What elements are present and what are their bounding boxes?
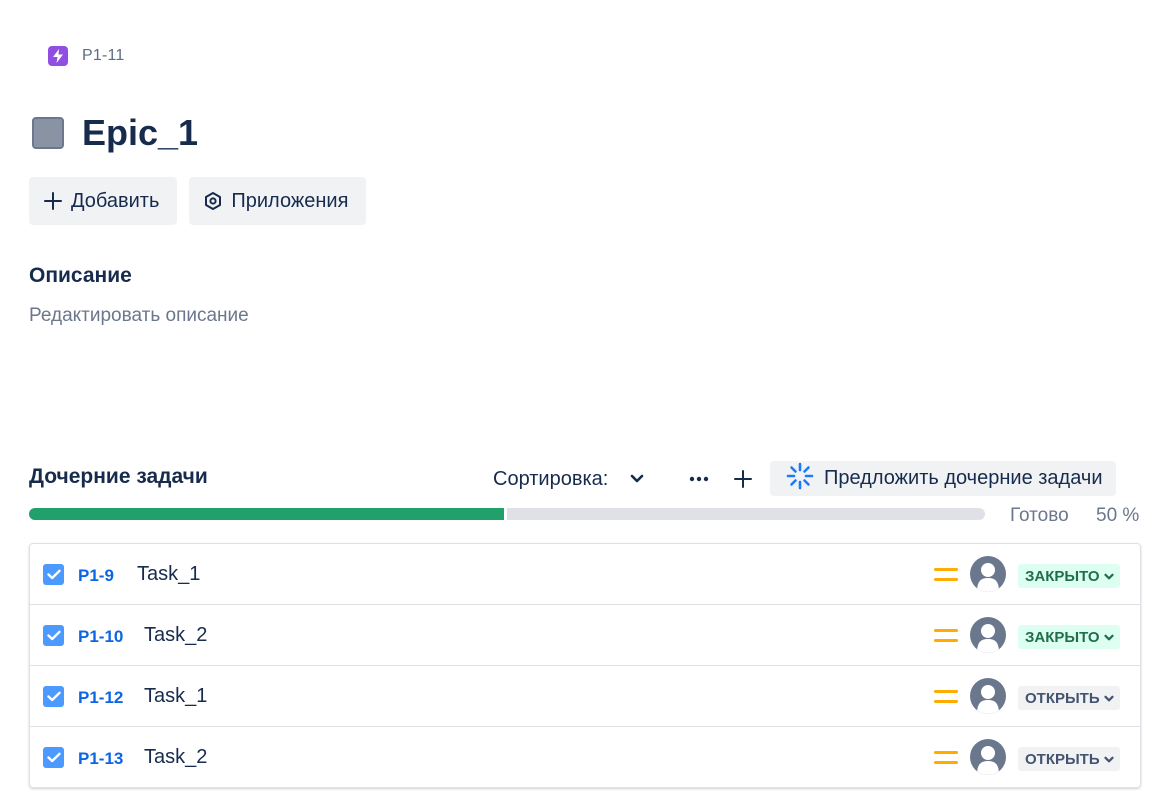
row-checkbox[interactable]	[43, 564, 64, 585]
progress-bar	[29, 508, 985, 520]
issue-key-link[interactable]: P1-13	[78, 749, 123, 769]
status-label: ЗАКРЫТО	[1025, 567, 1100, 585]
action-bar: Добавить Приложения	[29, 177, 367, 225]
table-row[interactable]: P1-13 Task_2 ОТКРЫТЬ	[30, 727, 1140, 788]
add-child-issue-icon[interactable]	[731, 466, 755, 492]
chevron-down-icon	[1103, 568, 1114, 585]
status-badge[interactable]: ЗАКРЫТО	[1018, 625, 1120, 649]
page-title[interactable]: Epic_1	[82, 112, 198, 154]
plus-icon	[43, 191, 63, 211]
issue-summary[interactable]: Task_1	[137, 563, 200, 586]
table-row[interactable]: P1-10 Task_2 ЗАКРЫТО	[30, 605, 1140, 666]
suggest-child-issues-button[interactable]: Предложить дочерние задачи	[770, 461, 1116, 496]
sort-label: Сортировка:	[493, 467, 609, 490]
row-checkbox[interactable]	[43, 686, 64, 707]
table-row[interactable]: P1-12 Task_1 ОТКРЫТЬ	[30, 666, 1140, 727]
status-label: ОТКРЫТЬ	[1025, 750, 1100, 768]
priority-medium-icon	[934, 688, 958, 706]
issue-key-link[interactable]: P1-12	[78, 688, 123, 708]
avatar[interactable]	[970, 556, 1006, 592]
status-badge[interactable]: ОТКРЫТЬ	[1018, 747, 1120, 771]
chevron-down-icon	[1103, 629, 1114, 646]
sort-control[interactable]: Сортировка:	[493, 462, 644, 496]
epic-square-icon[interactable]	[32, 117, 64, 149]
issue-key-link[interactable]: P1-9	[78, 566, 114, 586]
breadcrumb: P1-11	[48, 46, 125, 66]
breadcrumb-issue-key[interactable]: P1-11	[82, 47, 125, 65]
table-row[interactable]: P1-9 Task_1 ЗАКРЫТО	[30, 544, 1140, 605]
add-button[interactable]: Добавить	[29, 177, 178, 225]
avatar[interactable]	[970, 678, 1006, 714]
child-issues-heading: Дочерние задачи	[29, 465, 208, 488]
more-options-icon[interactable]	[687, 468, 711, 490]
description-editor[interactable]: Редактировать описание	[29, 305, 249, 327]
description-heading: Описание	[29, 264, 132, 287]
status-label: ЗАКРЫТО	[1025, 628, 1100, 646]
priority-medium-icon	[934, 627, 958, 645]
row-checkbox[interactable]	[43, 747, 64, 768]
issue-summary[interactable]: Task_2	[144, 624, 207, 647]
row-checkbox[interactable]	[43, 625, 64, 646]
progress-bar-fill	[29, 508, 507, 520]
priority-medium-icon	[934, 566, 958, 584]
apps-hexagon-icon	[203, 191, 223, 211]
chevron-down-icon[interactable]	[630, 474, 644, 484]
suggest-button-label: Предложить дочерние задачи	[824, 467, 1103, 489]
avatar[interactable]	[970, 617, 1006, 653]
priority-medium-icon	[934, 749, 958, 767]
avatar[interactable]	[970, 739, 1006, 775]
ai-sparkle-icon	[786, 462, 814, 496]
status-badge[interactable]: ОТКРЫТЬ	[1018, 686, 1120, 710]
add-button-label: Добавить	[71, 189, 160, 212]
chevron-down-icon	[1104, 751, 1114, 768]
issue-key-link[interactable]: P1-10	[78, 627, 123, 647]
chevron-down-icon	[1104, 690, 1114, 707]
status-label: ОТКРЫТЬ	[1025, 689, 1100, 707]
issue-summary[interactable]: Task_2	[144, 746, 207, 769]
issue-view: P1-11 Epic_1 Добавить Приложения Описани…	[0, 0, 1152, 796]
progress-percent: 50 %	[1096, 505, 1140, 526]
apps-button[interactable]: Приложения	[189, 177, 367, 225]
title-row: Epic_1	[32, 112, 198, 154]
issue-summary[interactable]: Task_1	[144, 685, 207, 708]
child-issues-list: P1-9 Task_1 ЗАКРЫТО P1-10 Task_2 ЗАКРЫТО P1-12…	[29, 543, 1141, 788]
status-badge[interactable]: ЗАКРЫТО	[1018, 564, 1120, 588]
apps-button-label: Приложения	[231, 189, 349, 212]
epic-lightning-icon	[48, 46, 68, 66]
progress-label: Готово	[1010, 505, 1069, 526]
